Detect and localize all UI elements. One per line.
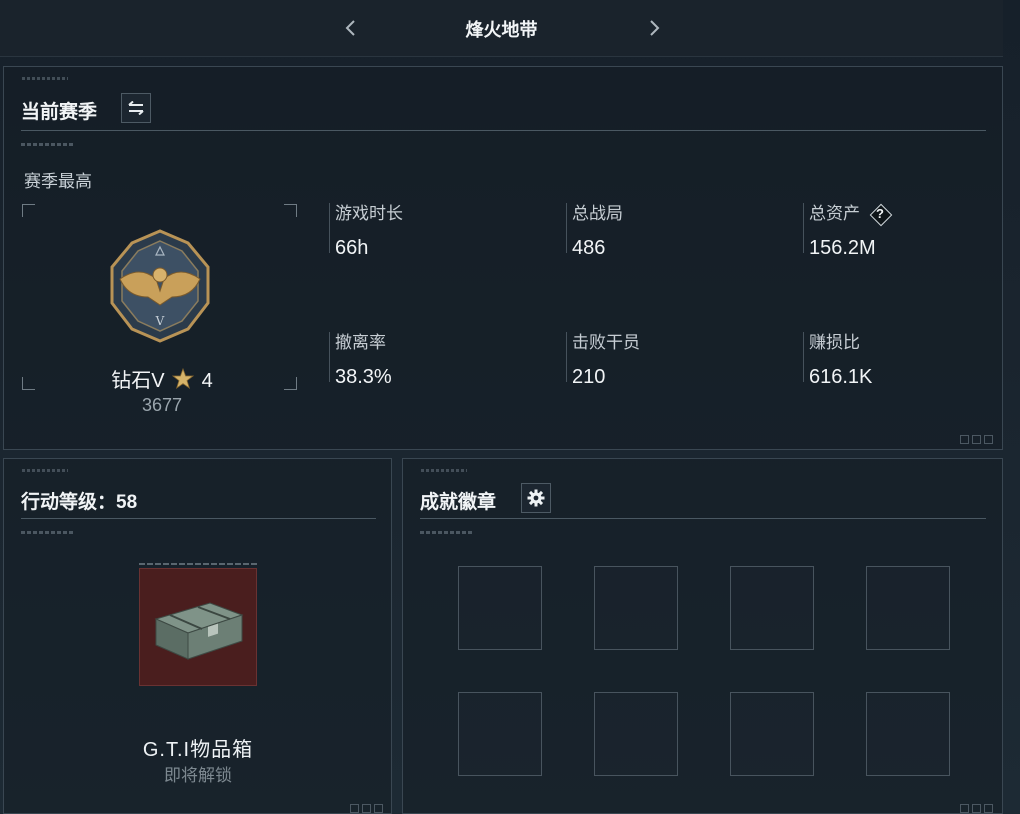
badge-slot[interactable] [866, 692, 950, 776]
panel-corner-mark [362, 804, 371, 813]
badge-slot[interactable] [458, 692, 542, 776]
stat-value: 38.3% [335, 366, 392, 388]
panel-corner-mark [960, 804, 969, 813]
season-panel-title: 当前赛季 [21, 102, 98, 123]
rank-score: 3677 [141, 395, 183, 415]
stat-label: 赚损比 [809, 333, 860, 352]
badge-slot[interactable] [458, 566, 542, 650]
panel-dots [21, 143, 73, 146]
reward-status: 即将解锁 [164, 766, 232, 785]
rank-stars: 4 [201, 370, 213, 392]
mode-switcher-bar: 烽火地带 [0, 0, 1003, 57]
reward-name: G.T.I物品箱 [142, 739, 254, 761]
panel-corner-mark [350, 804, 359, 813]
rank-name-line: 钻石V 4 [4, 364, 320, 393]
operation-level-panel: 行动等级：58 G.T.I物品箱 即将解锁 [3, 458, 392, 814]
stat-label: 击败干员 [572, 333, 640, 352]
panel-dots [21, 531, 73, 534]
panel-corner-mark [960, 435, 969, 444]
stat-value: 486 [572, 237, 606, 259]
stat-total-assets: 总资产 ? 156.2M [803, 203, 893, 259]
stat-extract-rate: 撤离率 38.3% [329, 332, 392, 388]
supply-crate-icon [154, 602, 244, 660]
achievement-badges-panel: 成就徽章 [402, 458, 1003, 814]
panel-corner-mark [984, 435, 993, 444]
gold-star-icon [171, 367, 195, 389]
badge-slot[interactable] [594, 566, 678, 650]
eagle-medal-icon: V [110, 229, 210, 343]
operation-level-title: 行动等级：58 [21, 492, 138, 513]
mode-title: 烽火地带 [465, 20, 538, 40]
next-mode-button[interactable] [643, 14, 667, 42]
badge-slot[interactable] [594, 692, 678, 776]
help-glyph: ? [876, 206, 884, 221]
stat-label: 总战局 [572, 204, 623, 223]
question-diamond-icon[interactable]: ? [869, 203, 893, 227]
achievements-title: 成就徽章 [420, 492, 497, 513]
reward-crate-tile[interactable] [139, 568, 257, 686]
badge-slot[interactable] [866, 566, 950, 650]
stat-operators-defeated: 击败干员 210 [566, 332, 640, 388]
frame-corner [22, 204, 35, 217]
panel-decoration [22, 469, 68, 472]
badge-slot[interactable] [730, 692, 814, 776]
svg-text:V: V [155, 314, 165, 328]
panel-dots [420, 531, 472, 534]
panel-corner-mark [984, 804, 993, 813]
stat-label: 总资产 [809, 204, 860, 223]
badge-settings-button[interactable] [521, 483, 551, 513]
level-title-divider [21, 518, 376, 519]
season-best-label: 赛季最高 [24, 172, 92, 191]
current-season-panel: 当前赛季 赛季最高 V 钻石V 4 3677 游戏时长 66h 总战局 486 … [3, 66, 1003, 450]
stat-total-matches: 总战局 486 [566, 203, 623, 259]
badge-slot[interactable] [730, 566, 814, 650]
frame-corner [284, 204, 297, 217]
chevron-right-icon [650, 20, 660, 36]
swap-arrows-icon [128, 101, 144, 115]
stat-profit-loss-ratio: 赚损比 616.1K [803, 332, 872, 388]
stat-value: 156.2M [809, 237, 876, 259]
stat-label: 游戏时长 [335, 204, 403, 223]
achievements-title-divider [420, 518, 986, 519]
panel-decoration [421, 469, 467, 472]
gear-icon [527, 489, 545, 507]
panel-corner-mark [972, 804, 981, 813]
stat-label-with-help: 总资产 ? [809, 203, 893, 227]
season-title-divider [21, 130, 986, 131]
stat-play-time: 游戏时长 66h [329, 203, 403, 259]
stat-value: 66h [335, 237, 369, 259]
panel-corner-mark [374, 804, 383, 813]
stat-value: 616.1K [809, 366, 873, 388]
rank-name: 钻石V [111, 370, 165, 392]
switch-season-button[interactable] [121, 93, 151, 123]
stat-label: 撤离率 [335, 333, 386, 352]
stat-value: 210 [572, 366, 606, 388]
panel-corner-mark [972, 435, 981, 444]
panel-decoration [22, 77, 68, 80]
crate-frame-decoration [139, 563, 257, 565]
